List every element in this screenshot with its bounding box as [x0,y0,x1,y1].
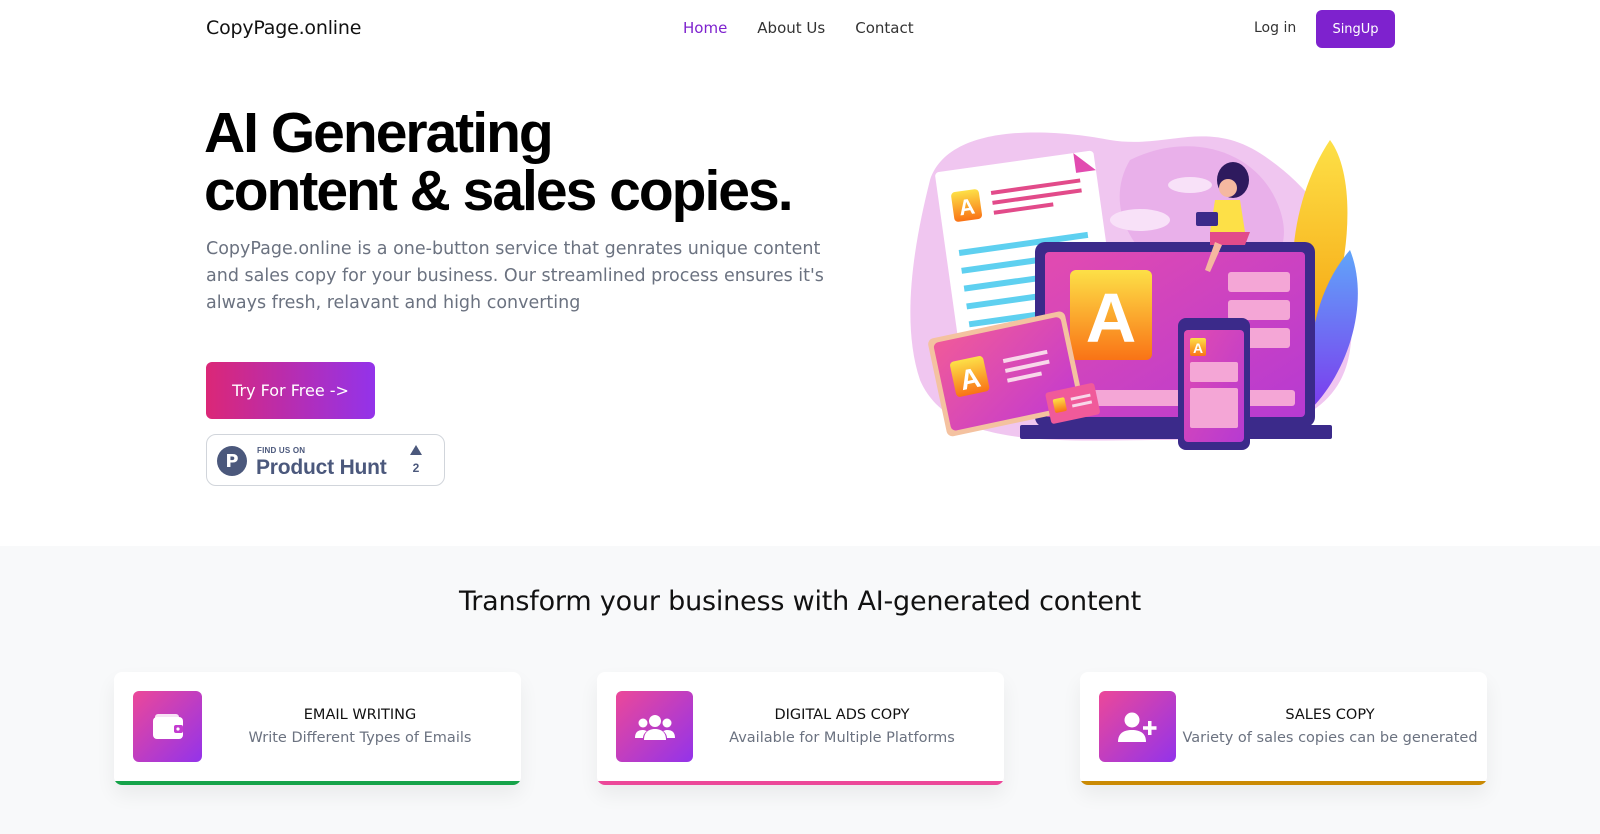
card-accent-bar [114,781,521,785]
user-plus-icon [1099,691,1176,762]
features-section: Transform your business with AI-generate… [0,546,1600,834]
hero-title: AI Generating content & sales copies. [204,104,844,220]
nav-links: Home About Us Contact [683,19,914,37]
hero-illustration: A A A A [910,132,1358,450]
hero-description: CopyPage.online is a one-button service … [206,239,824,313]
product-hunt-small-label: FIND US ON [257,446,306,455]
signup-button[interactable]: SingUp [1316,10,1395,48]
feature-card-description: Available for Multiple Platforms [729,730,955,746]
feature-card-title: DIGITAL ADS COPY [774,707,910,723]
feature-card-title: EMAIL WRITING [303,707,417,723]
nav-link-contact[interactable]: Contact [855,19,913,37]
cloud [1168,177,1212,193]
product-hunt-label: Product Hunt [256,456,387,479]
try-for-free-button[interactable]: Try For Free -> [206,362,375,419]
nav-link-home[interactable]: Home [683,19,727,37]
feature-card-title: SALES COPY [1285,707,1375,723]
top-nav: CopyPage.online Home About Us Contact Lo… [0,0,1600,58]
product-hunt-logo-icon: P [217,446,247,476]
card-accent-bar [1080,781,1487,785]
feature-card-digital-ads-copy: DIGITAL ADS COPY Available for Multiple … [597,672,1004,785]
feature-card-description: Variety of sales copies can be generated [1182,730,1478,746]
upvote-arrow-icon [410,445,422,455]
feature-card-email-writing: EMAIL WRITING Write Different Types of E… [114,672,521,785]
svg-text:A: A [1086,279,1137,357]
laptop-base [1020,425,1332,439]
hero-title-line-1: AI Generating [204,101,554,165]
feature-card-sales-copy: SALES COPY Variety of sales copies can b… [1080,672,1487,785]
upvote-count: 2 [412,461,420,475]
svg-text:A: A [1193,340,1203,356]
card-accent-bar [597,781,1004,785]
login-link[interactable]: Log in [1254,20,1296,36]
nav-link-about[interactable]: About Us [757,19,825,37]
feature-card-description: Write Different Types of Emails [248,730,472,746]
brand-logo[interactable]: CopyPage.online [206,17,361,39]
cloud [1110,209,1170,231]
features-title: Transform your business with AI-generate… [458,586,1142,617]
users-icon [616,691,693,762]
hero-title-line-2: content & sales copies. [204,159,794,223]
product-hunt-badge[interactable]: P FIND US ON Product Hunt 2 [206,434,445,486]
wallet-icon [133,691,202,762]
